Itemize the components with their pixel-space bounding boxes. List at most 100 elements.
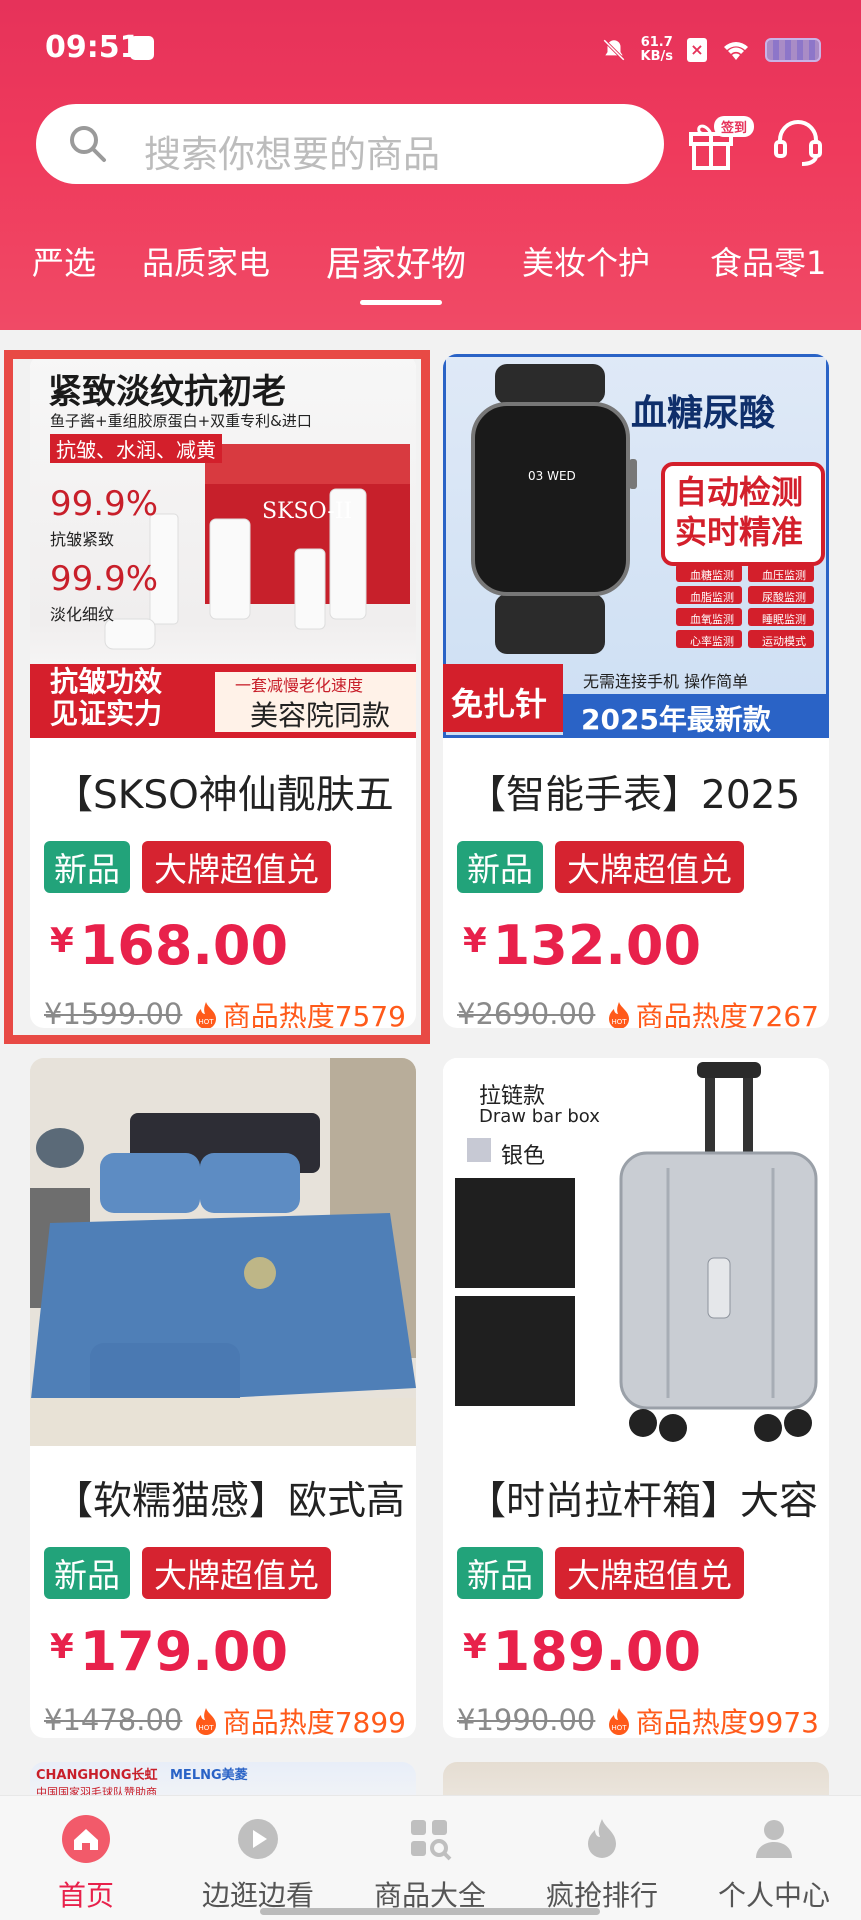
tag-new: 新品	[457, 841, 543, 893]
network-speed: 61.7 KB/s	[641, 36, 673, 64]
price-symbol: ¥	[50, 921, 74, 961]
image-label-en: Draw bar box	[479, 1106, 600, 1127]
original-price: ¥1990.00	[457, 1703, 596, 1737]
original-price: ¥2690.00	[457, 997, 596, 1028]
price-value: 179.00	[79, 1620, 289, 1683]
home-icon	[62, 1815, 110, 1863]
product-image[interactable]: 拉链款 Draw bar box 银色	[443, 1058, 829, 1446]
speed-unit: KB/s	[640, 49, 673, 64]
product-card[interactable]: 03 WED 血糖尿酸 自动检测 实时精准 血糖监测 血压监测 血脂监测 尿酸监…	[443, 354, 829, 1028]
tab-snacks[interactable]: 食品零1	[710, 238, 826, 284]
product-heat: HOT 商品热度7579	[192, 995, 406, 1028]
image-color-label: 银色	[501, 1144, 546, 1169]
image-brand: SKSO-II	[262, 499, 353, 524]
tab-beauty[interactable]: 美妆个护	[522, 238, 650, 284]
play-icon	[238, 1819, 278, 1859]
product-title[interactable]: 【SKSO神仙靓肤五	[54, 764, 404, 820]
original-price: ¥1478.00	[44, 1703, 183, 1737]
product-price: ¥132.00	[463, 914, 701, 977]
price-symbol: ¥	[463, 921, 487, 961]
battery-icon	[765, 38, 821, 62]
grid-search-icon	[411, 1820, 452, 1861]
tab-yanxuan[interactable]: 严选	[32, 238, 96, 284]
image-badge: 免扎针	[451, 685, 548, 723]
image-bottom-right-top: 一套减慢老化速度	[235, 676, 364, 695]
tag-new: 新品	[457, 1547, 543, 1599]
hot-fire-icon: HOT	[195, 1708, 216, 1735]
feature-item: 血脂监测	[690, 591, 734, 604]
image-box-line1: 自动检测	[675, 473, 804, 511]
message-notification-icon	[130, 36, 154, 60]
image-tags: 抗皱、水润、减黄	[50, 434, 222, 463]
fire-icon	[588, 1819, 616, 1858]
tab-appliances[interactable]: 品质家电	[142, 238, 270, 284]
search-bar[interactable]: 搜索你想要的商品	[36, 104, 664, 184]
heat-label: 商品热度9973	[635, 1706, 819, 1738]
tag-new: 新品	[44, 1547, 130, 1599]
nav-ranking[interactable]: 疯抢排行	[516, 1796, 688, 1920]
image-bottom-left: 抗皱功效 见证实力	[50, 666, 162, 730]
feature-item: 尿酸监测	[762, 591, 806, 604]
image-subheadline: 鱼子酱+重组胶原蛋白+双重专利&进口	[50, 412, 312, 430]
tag-brand-value: 大牌超值兑	[142, 1547, 331, 1599]
heat-label: 商品热度7267	[635, 1000, 819, 1028]
customer-service-icon[interactable]	[772, 116, 824, 168]
product-title[interactable]: 【时尚拉杆箱】大容	[467, 1470, 817, 1526]
bedding-image-art	[30, 1058, 416, 1446]
bottom-navigation: 首页 边逛边看 商品大全 疯抢排行 个人中心	[0, 1795, 861, 1920]
image-stat-2: 99.9%	[50, 559, 159, 599]
home-indicator[interactable]	[260, 1908, 600, 1915]
no-sim-icon: ×	[687, 38, 707, 62]
nav-profile[interactable]: 个人中心	[688, 1796, 860, 1920]
hot-fire-icon: HOT	[195, 1002, 216, 1028]
hot-fire-icon: HOT	[608, 1708, 629, 1735]
speed-value: 61.7	[640, 35, 673, 50]
active-tab-indicator	[360, 300, 442, 305]
image-bottom-left-line2: 见证实力	[50, 697, 163, 730]
watch-date: 03 WED	[528, 469, 576, 483]
product-image[interactable]: 紧致淡纹抗初老 鱼子酱+重组胶原蛋白+双重专利&进口 抗皱、水润、减黄 99.9…	[30, 354, 416, 738]
tag-brand-value: 大牌超值兑	[555, 841, 744, 893]
partial-brand-1: CHANGHONG长虹	[36, 1768, 158, 1783]
nav-browse[interactable]: 边逛边看	[172, 1796, 344, 1920]
product-card[interactable]: 紧致淡纹抗初老 鱼子酱+重组胶原蛋白+双重专利&进口 抗皱、水润、减黄 99.9…	[30, 354, 416, 1028]
product-image[interactable]	[30, 1058, 416, 1446]
feature-item: 心率监测	[690, 635, 734, 648]
svg-text:HOT: HOT	[611, 1724, 627, 1732]
price-value: 189.00	[492, 1620, 702, 1683]
feature-item: 血氧监测	[690, 613, 734, 626]
checkin-badge[interactable]: 签到	[714, 116, 755, 137]
search-placeholder: 搜索你想要的商品	[144, 133, 440, 176]
image-bottom-left-line1: 抗皱功效	[50, 665, 163, 698]
product-image[interactable]: 03 WED 血糖尿酸 自动检测 实时精准 血糖监测 血压监测 血脂监测 尿酸监…	[443, 354, 829, 738]
product-heat: HOT 商品热度7267	[605, 995, 819, 1028]
product-tags: 新品 大牌超值兑	[44, 1547, 331, 1599]
feature-item: 血压监测	[762, 569, 806, 582]
svg-text:HOT: HOT	[611, 1018, 627, 1026]
product-card[interactable]: 拉链款 Draw bar box 银色 【时尚拉杆箱】大容 新品 大牌超值兑 ¥…	[443, 1058, 829, 1738]
image-feature-box: 自动检测 实时精准	[675, 472, 803, 552]
heat-label: 商品热度7899	[222, 1706, 406, 1738]
tag-brand-value: 大牌超值兑	[142, 841, 331, 893]
nav-home[interactable]: 首页	[0, 1796, 172, 1920]
tab-home-goods[interactable]: 居家好物	[326, 238, 466, 287]
price-value: 132.00	[492, 914, 702, 977]
product-price: ¥189.00	[463, 1620, 701, 1683]
partial-brand-2: MELNG美菱	[170, 1768, 248, 1783]
image-bottom: 2025年最新款	[581, 703, 771, 736]
product-card[interactable]: 【软糯猫感】欧式高 新品 大牌超值兑 ¥179.00 ¥1478.00 HOT …	[30, 1058, 416, 1738]
feature-item: 运动模式	[762, 635, 806, 648]
tag-new: 新品	[44, 841, 130, 893]
original-price: ¥1599.00	[44, 997, 183, 1028]
product-title[interactable]: 【智能手表】2025	[467, 764, 817, 820]
svg-text:HOT: HOT	[198, 1018, 214, 1026]
nav-catalog[interactable]: 商品大全	[344, 1796, 516, 1920]
hot-fire-icon: HOT	[608, 1002, 629, 1028]
category-tabs: 严选 品质家电 居家好物 美妆个护 食品零1	[0, 238, 861, 298]
image-subtext: 无需连接手机 操作简单	[583, 672, 749, 691]
app-header: 09:51 61.7 KB/s × 搜索你想要的商品 签到 严选 品质家电 居家…	[0, 0, 861, 330]
product-title[interactable]: 【软糯猫感】欧式高	[54, 1470, 404, 1526]
product-price: ¥179.00	[50, 1620, 288, 1683]
feature-item: 血糖监测	[690, 569, 734, 582]
product-heat: HOT 商品热度9973	[605, 1701, 819, 1738]
